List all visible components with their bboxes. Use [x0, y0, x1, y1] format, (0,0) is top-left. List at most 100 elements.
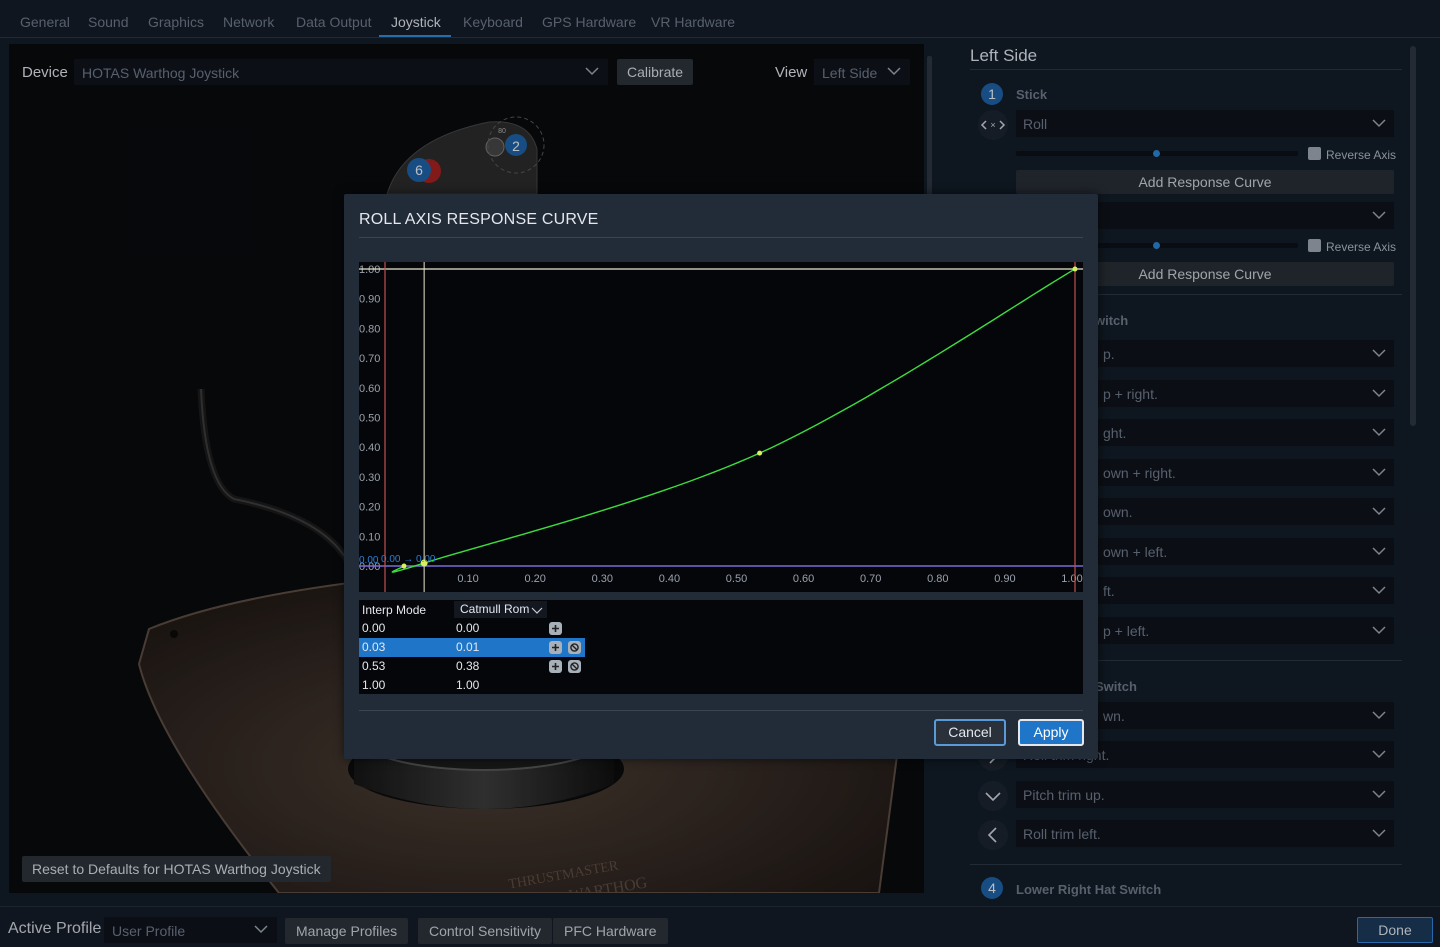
apply-button[interactable]: Apply [1018, 719, 1084, 746]
x-tick-label: 0.30 [592, 573, 613, 585]
svg-text:80: 80 [498, 128, 506, 135]
control-points-table: Interp Mode Catmull Rom 0.00 0.00 0.03 0… [359, 600, 1083, 694]
slider-knob[interactable] [1153, 242, 1160, 249]
done-button[interactable]: Done [1357, 917, 1433, 943]
remove-point-button[interactable] [568, 641, 581, 654]
plus-icon [552, 663, 559, 670]
device-dropdown[interactable]: HOTAS Warthog Joystick [74, 59, 608, 85]
tab-joystick[interactable]: Joystick [391, 14, 441, 30]
right-scrollbar[interactable] [1410, 46, 1416, 426]
chevron-down-icon [1372, 468, 1386, 477]
section-label-lower-right-hat: Lower Right Hat Switch [1016, 882, 1162, 897]
point-x[interactable]: 1.00 [362, 678, 385, 692]
section-number-badge: 4 [981, 877, 1003, 899]
tab-sound[interactable]: Sound [88, 14, 128, 30]
y-tick-label: 1.00 [359, 264, 380, 276]
y-tick-label: 0.50 [359, 413, 380, 425]
plus-icon [552, 644, 559, 651]
tab-graphics[interactable]: Graphics [148, 14, 204, 30]
tab-data-output[interactable]: Data Output [296, 14, 372, 30]
point-y[interactable]: 0.38 [456, 659, 479, 673]
control-point [757, 450, 763, 456]
x-tick-label: 0.10 [457, 573, 478, 585]
tab-gps-hardware[interactable]: GPS Hardware [542, 14, 636, 30]
calibrate-button[interactable]: Calibrate [617, 59, 694, 85]
profile-dropdown[interactable]: User Profile [104, 917, 277, 943]
view-label: View [775, 64, 808, 81]
add-response-curve-button[interactable]: Add Response Curve [1016, 170, 1394, 194]
section-label-stick: Stick [1016, 87, 1048, 102]
point-y[interactable]: 0.00 [456, 621, 479, 635]
control-point-row[interactable]: 0.53 0.38 [359, 657, 585, 676]
control-point-row-selected[interactable]: 0.03 0.01 [359, 638, 585, 657]
tab-keyboard[interactable]: Keyboard [463, 14, 523, 30]
cursor-label: 0.00 → 0.00 [381, 554, 436, 565]
point-x[interactable]: 0.53 [362, 659, 385, 673]
point-label: 0.00 [359, 555, 379, 566]
scene-badge-6: 6 [415, 162, 423, 178]
x-tick-label: 0.60 [793, 573, 814, 585]
view-dropdown[interactable]: Left Side [814, 59, 910, 85]
y-tick-label: 0.80 [359, 323, 380, 335]
chevron-down-icon [1372, 211, 1386, 220]
control-point [1072, 266, 1078, 272]
manage-profiles-button[interactable]: Manage Profiles [285, 918, 409, 944]
divider [359, 237, 1083, 238]
control-point-row[interactable]: 0.00 0.00 [359, 619, 585, 638]
remove-point-button[interactable] [568, 660, 581, 673]
interp-mode-dropdown[interactable]: Catmull Rom [454, 601, 547, 618]
control-sensitivity-button[interactable]: Control Sensitivity [418, 918, 553, 944]
y-tick-label: 0.90 [359, 294, 380, 306]
x-tick-label: 0.80 [927, 573, 948, 585]
remove-icon [570, 643, 579, 652]
chevron-down-icon [585, 67, 599, 76]
reset-defaults-button[interactable]: Reset to Defaults for HOTAS Warthog Joys… [22, 856, 331, 882]
chevron-down-icon [1372, 586, 1386, 595]
response-curve-graph[interactable]: 1.00 0.90 0.80 0.70 0.60 0.50 0.40 0.30 0.20 0.10… [359, 262, 1083, 592]
hat-direction-icon [978, 781, 1008, 811]
tab-general[interactable]: General [20, 14, 70, 30]
section-label-hat-switch: Switch [1095, 679, 1137, 694]
reverse-axis-checkbox[interactable] [1308, 147, 1321, 160]
plus-icon [552, 625, 559, 632]
x-tick-label: 0.70 [860, 573, 881, 585]
add-point-button[interactable] [549, 660, 562, 673]
chevron-down-icon [1372, 349, 1386, 358]
point-y[interactable]: 0.01 [456, 640, 479, 654]
section-number-badge: 1 [981, 83, 1003, 105]
cancel-button[interactable]: Cancel [934, 719, 1006, 746]
interp-mode-label: Interp Mode [362, 603, 427, 617]
y-tick-label: 0.60 [359, 383, 380, 395]
x-tick-label: 1.00 [1061, 573, 1082, 585]
slider-knob[interactable] [1153, 150, 1160, 157]
divider [359, 710, 1083, 711]
hat-binding-dropdown[interactable]: Roll trim left. [1016, 820, 1394, 847]
tab-network[interactable]: Network [223, 14, 274, 30]
axis-dropdown[interactable]: Roll [1016, 110, 1394, 137]
point-y[interactable]: 1.00 [456, 678, 479, 692]
x-tick-label: 0.90 [994, 573, 1015, 585]
y-tick-label: 0.20 [359, 502, 380, 514]
chevron-down-icon [1372, 829, 1386, 838]
settings-tab-bar: General Sound Graphics Network Data Outp… [0, 0, 1440, 38]
add-point-button[interactable] [549, 622, 562, 635]
control-point-row[interactable]: 1.00 1.00 [359, 676, 585, 695]
response-curve-plot[interactable]: 1.00 0.90 0.80 0.70 0.60 0.50 0.40 0.30 0.20 0.10… [359, 262, 1083, 592]
point-x[interactable]: 0.00 [362, 621, 385, 635]
reverse-axis-checkbox[interactable] [1308, 239, 1321, 252]
tab-vr-hardware[interactable]: VR Hardware [651, 14, 735, 30]
chevron-down-icon [1372, 428, 1386, 437]
divider [970, 69, 1402, 70]
divider [970, 864, 1402, 865]
point-x[interactable]: 0.03 [362, 640, 385, 654]
chevron-down-icon [1372, 119, 1386, 128]
active-tab-indicator [379, 35, 451, 37]
hat-binding-dropdown[interactable]: Pitch trim up. [1016, 781, 1394, 808]
left-scrollbar[interactable] [927, 56, 932, 196]
chevron-down-icon [531, 607, 543, 614]
add-point-button[interactable] [549, 641, 562, 654]
x-tick-label: 0.40 [659, 573, 680, 585]
remove-icon [570, 662, 579, 671]
hat-direction-icon [978, 820, 1008, 850]
pfc-hardware-button[interactable]: PFC Hardware [553, 918, 668, 944]
